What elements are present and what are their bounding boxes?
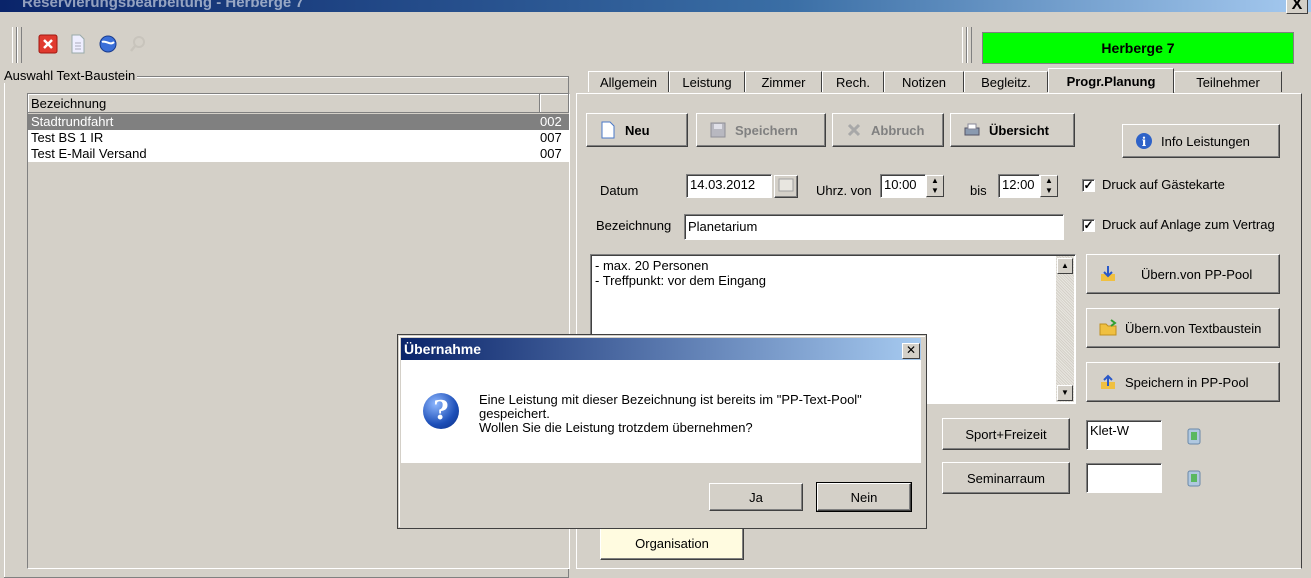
calendar-icon [778, 178, 794, 195]
list-item-name: Test E-Mail Versand [31, 146, 147, 161]
print-guest-card-label: Druck auf Gästekarte [1102, 177, 1225, 192]
save-button-label: Speichern [735, 122, 798, 138]
memo-line-2: - Treffpunkt: vor dem Eingang [595, 273, 767, 288]
overview-button[interactable]: Übersicht [950, 113, 1075, 147]
printer-icon [963, 121, 981, 139]
column-header-name[interactable]: Bezeichnung [28, 94, 540, 113]
tab-notizen[interactable]: Notizen [884, 71, 964, 92]
confirm-dialog: Übernahme ✕ ? Eine Leistung mit dieser B… [398, 335, 926, 528]
time-to-field[interactable]: 12:00 [998, 174, 1040, 198]
tab-rechnung[interactable]: Rech. [822, 71, 884, 92]
save-to-pool-button[interactable]: Speichern in PP-Pool [1086, 362, 1280, 402]
time-from-label: Uhrz. von [816, 183, 872, 198]
list-item-code: 007 [540, 146, 562, 161]
calendar-button[interactable] [774, 175, 798, 198]
date-label: Datum [600, 183, 639, 198]
list-item[interactable]: Test E-Mail Versand 007 [28, 146, 569, 162]
dialog-message-line-3: Wollen Sie die Leistung trotzdem überneh… [479, 420, 753, 435]
time-from-spinner[interactable]: ▲ ▼ [926, 175, 944, 197]
tab-teilnehmer[interactable]: Teilnehmer [1174, 71, 1282, 92]
tab-leistung[interactable]: Leistung [669, 71, 745, 92]
trash-icon[interactable] [1184, 424, 1204, 449]
cancel-x-icon [845, 121, 863, 139]
title-label: Bezeichnung [596, 218, 672, 233]
dialog-title-bar[interactable]: Übernahme ✕ [401, 338, 921, 360]
question-icon: ? [423, 393, 459, 429]
floppy-icon [709, 121, 727, 139]
close-red-icon[interactable] [36, 32, 60, 56]
title-field[interactable]: Planetarium [684, 214, 1064, 240]
save-button[interactable]: Speichern [696, 113, 826, 147]
folder-icon [1099, 319, 1117, 337]
list-item-name: Stadtrundfahrt [31, 114, 114, 129]
list-header: Bezeichnung [28, 94, 569, 114]
sport-leisure-button[interactable]: Sport+Freizeit [942, 418, 1070, 450]
date-field[interactable]: 14.03.2012 [686, 174, 772, 198]
tab-zimmer[interactable]: Zimmer [745, 71, 822, 92]
window-close-button[interactable]: X [1286, 0, 1308, 14]
from-pool-label: Übern.von PP-Pool [1141, 266, 1253, 282]
time-to-spinner[interactable]: ▲ ▼ [1040, 175, 1058, 197]
toolbar-grip-2 [17, 27, 22, 63]
memo-line-1: - max. 20 Personen [595, 258, 709, 273]
list-item-code: 007 [540, 130, 562, 145]
save-to-pool-label: Speichern in PP-Pool [1125, 374, 1249, 390]
list-item-code: 002 [540, 114, 562, 129]
dialog-message-line-1: Eine Leistung mit dieser Bezeichnung ist… [479, 392, 862, 407]
print-contract-label: Druck auf Anlage zum Vertrag [1102, 217, 1275, 232]
status-grip-2 [967, 27, 972, 63]
seminar-room-button[interactable]: Seminarraum [942, 462, 1070, 494]
info-services-label: Info Leistungen [1161, 133, 1250, 149]
print-guest-card-checkbox[interactable]: ✓ [1082, 179, 1095, 192]
seminar-room-field[interactable] [1086, 463, 1162, 493]
dialog-message-line-2: gespeichert. [479, 406, 550, 421]
overview-button-label: Übersicht [989, 122, 1049, 138]
organisation-button[interactable]: Organisation [600, 526, 744, 560]
print-contract-checkbox[interactable]: ✓ [1082, 219, 1095, 232]
sport-leisure-field[interactable]: Klet-W [1086, 420, 1162, 450]
trash-icon[interactable] [1184, 466, 1204, 491]
import-arrow-icon [1099, 265, 1117, 283]
tab-allgemein[interactable]: Allgemein [588, 71, 669, 92]
new-button[interactable]: Neu [586, 113, 688, 147]
globe-icon[interactable] [96, 32, 120, 56]
info-services-button[interactable]: i Info Leistungen [1122, 124, 1280, 158]
list-item[interactable]: Stadtrundfahrt 002 [28, 114, 569, 130]
list-item[interactable]: Test BS 1 IR 007 [28, 130, 569, 146]
new-document-icon [599, 121, 617, 139]
cancel-button[interactable]: Abbruch [832, 113, 944, 147]
time-from-field[interactable]: 10:00 [880, 174, 926, 198]
from-textblock-label: Übern.von Textbaustein [1125, 320, 1262, 336]
new-button-label: Neu [625, 122, 650, 138]
document-icon[interactable] [66, 32, 90, 56]
search-icon[interactable] [126, 32, 150, 56]
column-header-code[interactable] [540, 94, 569, 113]
no-button[interactable]: Nein [817, 483, 911, 511]
svg-text:i: i [1142, 135, 1147, 149]
info-icon: i [1135, 132, 1153, 150]
dialog-close-button[interactable]: ✕ [902, 343, 920, 359]
tab-begleitz[interactable]: Begleitz. [964, 71, 1048, 92]
dialog-title: Übernahme [404, 341, 482, 357]
scroll-down-button[interactable]: ▼ [1057, 385, 1073, 401]
text-block-group-label: Auswahl Text-Baustein [2, 68, 138, 83]
from-textblock-button[interactable]: Übern.von Textbaustein [1086, 308, 1280, 348]
window-title-bar: Reservierungsbearbeitung - Herberge 7 [0, 0, 1311, 12]
window-title: Reservierungsbearbeitung - Herberge 7 [22, 0, 304, 11]
memo-scrollbar[interactable] [1056, 256, 1074, 402]
from-pool-button[interactable]: Übern.von PP-Pool [1086, 254, 1280, 294]
hostel-name-badge: Herberge 7 [982, 32, 1294, 64]
tab-progr-planung[interactable]: Progr.Planung [1048, 68, 1174, 94]
list-item-name: Test BS 1 IR [31, 130, 104, 145]
dialog-message: Eine Leistung mit dieser Bezeichnung ist… [479, 393, 909, 435]
scroll-up-button[interactable]: ▲ [1057, 258, 1073, 274]
cancel-button-label: Abbruch [871, 122, 925, 138]
yes-button[interactable]: Ja [709, 483, 803, 511]
time-to-label: bis [970, 183, 987, 198]
export-arrow-icon [1099, 373, 1117, 391]
